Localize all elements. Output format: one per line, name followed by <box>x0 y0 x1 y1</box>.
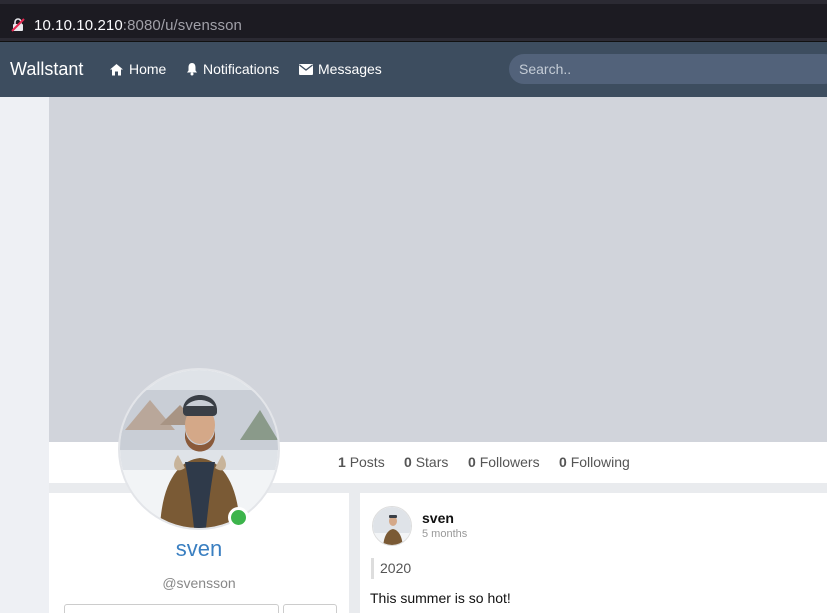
nav-home[interactable]: Home <box>109 61 166 77</box>
brand-logo[interactable]: Wallstant <box>10 59 83 80</box>
stat-stars[interactable]: 0 Stars <box>404 454 448 470</box>
envelope-icon <box>299 63 313 75</box>
stat-posts[interactable]: 1 Posts <box>338 454 385 470</box>
online-status-dot <box>228 507 249 528</box>
post-body-text: This summer is so hot! <box>370 590 511 606</box>
post-timestamp: 5 months <box>422 528 468 540</box>
nav-notifications-label: Notifications <box>203 61 280 77</box>
nav-notifications[interactable]: Notifications <box>186 61 279 77</box>
profile-name[interactable]: sven <box>49 536 349 562</box>
stat-followers[interactable]: 0 Followers <box>468 454 540 470</box>
search-input[interactable] <box>509 54 827 84</box>
top-navbar: Wallstant Home Notifications Messages <box>0 42 827 97</box>
post-quote: 2020 <box>371 558 411 579</box>
insecure-lock-icon[interactable] <box>11 18 25 32</box>
stat-following[interactable]: 0 Following <box>559 454 630 470</box>
url-text[interactable]: 10.10.10.210:8080/u/svensson <box>34 17 242 34</box>
left-gutter <box>0 97 49 613</box>
address-bar[interactable]: 10.10.10.210:8080/u/svensson <box>0 4 827 38</box>
nav-home-label: Home <box>129 61 167 77</box>
nav-messages[interactable]: Messages <box>299 61 382 77</box>
nav-messages-label: Messages <box>318 61 382 77</box>
browser-toolbar: 10.10.10.210:8080/u/svensson <box>0 0 827 42</box>
post-author-name[interactable]: sven <box>422 510 454 526</box>
bell-icon <box>187 63 197 76</box>
profile-action-button[interactable] <box>64 604 279 613</box>
home-icon <box>110 63 123 75</box>
post-author-avatar[interactable] <box>372 506 412 546</box>
profile-secondary-button[interactable] <box>283 604 337 613</box>
profile-avatar[interactable] <box>118 368 280 530</box>
profile-handle: @svensson <box>162 575 236 591</box>
